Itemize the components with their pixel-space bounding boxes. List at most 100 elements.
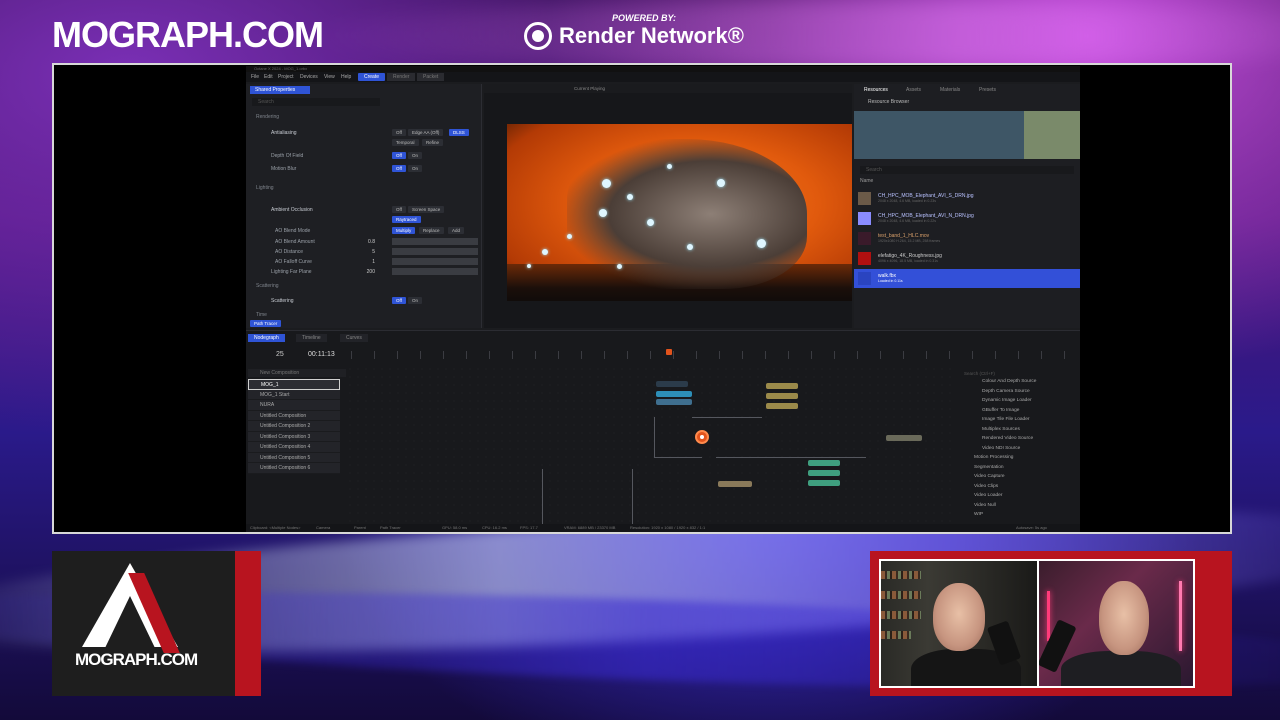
graph-node[interactable] <box>808 460 840 466</box>
node-library-group[interactable]: WIP <box>960 512 1078 522</box>
graph-node[interactable] <box>766 393 798 399</box>
aa-off-button[interactable]: Off <box>392 129 406 136</box>
composition-item[interactable]: MOG_1 Start <box>248 389 340 400</box>
far-plane-slider[interactable] <box>392 268 478 275</box>
render-viewport[interactable]: Current Playing <box>484 84 852 328</box>
resource-item-selected[interactable]: walk.fbx Loaded in 0.11s <box>854 269 1080 288</box>
node-library-item[interactable]: Rendered Video Source <box>960 436 1078 446</box>
scatter-off-button[interactable]: Off <box>392 297 406 304</box>
menu-project[interactable]: Project <box>278 74 294 80</box>
graph-node[interactable] <box>656 381 688 387</box>
section-lighting[interactable]: Lighting <box>256 185 274 191</box>
resource-thumbnail[interactable] <box>1024 111 1080 159</box>
ao-falloff-slider[interactable] <box>392 258 478 265</box>
ao-multiply-button[interactable]: Multiply <box>392 227 416 234</box>
node-library-item[interactable]: Dynamic Image Loader <box>960 398 1078 408</box>
ao-raytraced-button[interactable]: Raytraced <box>392 216 421 223</box>
dof-on-button[interactable]: On <box>408 152 423 159</box>
ao-distance-slider[interactable] <box>392 248 478 255</box>
playback-mode[interactable]: Current Playing <box>574 86 605 91</box>
graph-node[interactable] <box>766 383 798 389</box>
tab-assets[interactable]: Assets <box>906 87 921 93</box>
mb-on-button[interactable]: On <box>408 165 423 172</box>
aa-edge-button[interactable]: Edge AA (Off) <box>408 129 444 136</box>
properties-search-input[interactable]: Search <box>252 98 380 106</box>
mb-off-button[interactable]: Off <box>392 165 406 172</box>
graph-node[interactable] <box>808 470 840 476</box>
composition-item[interactable]: Untitled Composition 5 <box>248 452 340 463</box>
node-library-group[interactable]: Motion Processing <box>960 455 1078 465</box>
tab-timeline[interactable]: Timeline <box>296 334 327 342</box>
tab-materials[interactable]: Materials <box>940 87 960 93</box>
ao-screenspace-button[interactable]: Screen Space <box>408 206 445 213</box>
ao-falloff-value[interactable]: 1 <box>353 259 375 265</box>
section-scattering[interactable]: Scattering <box>256 283 279 289</box>
node-library-group[interactable]: Segmentation <box>960 465 1078 475</box>
graph-node[interactable] <box>656 391 692 397</box>
menu-edit[interactable]: Edit <box>264 74 273 80</box>
node-library-item[interactable]: Video NDI Source <box>960 446 1078 456</box>
timeline-ruler[interactable] <box>351 351 1076 359</box>
aa-refine-button[interactable]: Refine <box>422 139 444 146</box>
graph-node[interactable] <box>886 435 922 441</box>
composition-item[interactable]: Untitled Composition 4 <box>248 442 340 453</box>
frame-counter[interactable]: 25 <box>276 351 284 358</box>
render-node-icon[interactable] <box>695 430 709 444</box>
composition-item[interactable]: MOG_1 <box>248 379 340 390</box>
aa-temporal-button[interactable]: Temporal <box>392 139 419 146</box>
properties-header[interactable]: Shared Properties <box>250 86 310 94</box>
composition-item[interactable]: Untitled Composition 6 <box>248 463 340 474</box>
aa-dlss-button[interactable]: DLSS <box>449 129 469 136</box>
new-composition-button[interactable]: New Composition <box>248 369 346 377</box>
playhead[interactable] <box>666 349 672 355</box>
path-tracer-tab[interactable]: Path Tracer <box>250 320 282 327</box>
section-rendering[interactable]: Rendering <box>256 114 279 120</box>
ao-distance-value[interactable]: 5 <box>353 249 375 255</box>
menu-help[interactable]: Help <box>341 74 351 80</box>
resource-item[interactable]: elefatigo_4K_Roughness.jpg 4096 x 4096, … <box>854 249 1080 268</box>
resource-item[interactable]: CH_HPC_MOB_Elephant_AVI_S_DRN.jpg 2048 x… <box>854 189 1080 208</box>
node-library-item[interactable]: Depth Camera Source <box>960 389 1078 399</box>
menu-view[interactable]: View <box>324 74 335 80</box>
scatter-on-button[interactable]: On <box>408 297 423 304</box>
dof-off-button[interactable]: Off <box>392 152 406 159</box>
node-library-item[interactable]: Image Tile File Loader <box>960 417 1078 427</box>
node-search-input[interactable]: Search (Ctrl+F) <box>964 371 995 376</box>
ao-amount-slider[interactable] <box>392 238 478 245</box>
graph-node[interactable] <box>656 399 692 405</box>
node-library-item[interactable]: Video Capture <box>960 474 1078 484</box>
composition-item[interactable]: NURA <box>248 400 340 411</box>
mode-packet-tab[interactable]: Packet <box>417 73 445 81</box>
tab-resources[interactable]: Resources <box>864 87 888 93</box>
mode-render-tab[interactable]: Render <box>387 73 416 81</box>
node-library-item[interactable]: Video Clips <box>960 484 1078 494</box>
resource-item[interactable]: CH_HPC_MOB_Elephant_AVI_N_DRN.jpg 2048 x… <box>854 209 1080 228</box>
resource-item[interactable]: test_band_1_HLC.mov 1920x1080 H.264, 15.… <box>854 229 1080 248</box>
node-library-item[interactable]: Multiplex Sources <box>960 427 1078 437</box>
resource-search-input[interactable]: Search <box>860 166 1074 174</box>
ao-off-button[interactable]: Off <box>392 206 406 213</box>
graph-node[interactable] <box>718 481 752 487</box>
section-time[interactable]: Time <box>256 312 267 318</box>
composition-item[interactable]: Untitled Composition 3 <box>248 431 340 442</box>
node-library-item[interactable]: Video Null <box>960 503 1078 513</box>
far-plane-value[interactable]: 200 <box>353 269 375 275</box>
composition-item[interactable]: Untitled Composition <box>248 410 340 421</box>
menu-file[interactable]: File <box>251 74 259 80</box>
menu-devices[interactable]: Devices <box>300 74 318 80</box>
graph-node[interactable] <box>766 403 798 409</box>
ao-replace-button[interactable]: Replace <box>419 227 444 234</box>
mode-create-tab[interactable]: Create <box>358 73 386 81</box>
tab-presets[interactable]: Presets <box>979 87 996 93</box>
node-library-item[interactable]: GBuffer To Image <box>960 408 1078 418</box>
node-library-item[interactable]: Colour And Depth Source <box>960 379 1078 389</box>
ao-add-button[interactable]: Add <box>448 227 465 234</box>
ao-amount-value[interactable]: 0.8 <box>353 239 375 245</box>
tab-nodegraph[interactable]: Nodegraph <box>248 334 285 342</box>
composition-item[interactable]: Untitled Composition 2 <box>248 421 340 432</box>
node-library-item[interactable]: Video Loader <box>960 493 1078 503</box>
resource-thumbnails[interactable] <box>854 111 1080 159</box>
tab-curves[interactable]: Curves <box>340 334 368 342</box>
node-graph-canvas[interactable] <box>346 365 956 525</box>
sort-dropdown[interactable]: Name <box>860 178 873 184</box>
